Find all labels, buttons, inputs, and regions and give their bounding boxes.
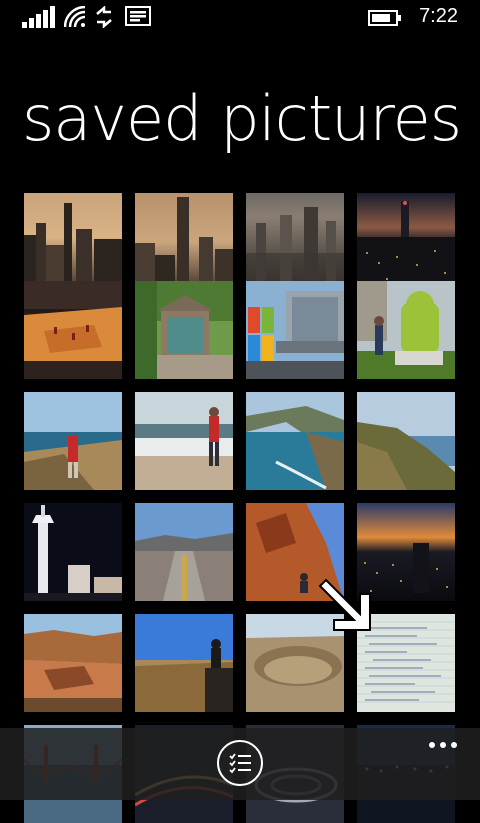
message-icon	[125, 6, 151, 26]
photo-tile[interactable]	[135, 614, 233, 712]
photo-tile[interactable]	[357, 193, 455, 291]
signal-icon	[22, 6, 55, 28]
photo-tile[interactable]	[246, 281, 344, 379]
battery-icon	[368, 10, 401, 26]
photo-tile[interactable]	[24, 281, 122, 379]
photo-tile[interactable]	[24, 193, 122, 291]
photo-tile[interactable]	[135, 193, 233, 291]
clock: 7:22	[419, 5, 458, 27]
wifi-icon	[64, 6, 86, 28]
photo-tile[interactable]	[357, 392, 455, 490]
photo-tile[interactable]	[24, 392, 122, 490]
photo-tile[interactable]	[135, 392, 233, 490]
photo-tile[interactable]	[24, 614, 122, 712]
status-bar: 7:22	[0, 0, 480, 36]
select-list-icon	[229, 753, 251, 774]
more-options-icon[interactable]	[428, 740, 458, 750]
photo-tile[interactable]	[24, 503, 122, 601]
photo-tile[interactable]	[135, 281, 233, 379]
photo-tile[interactable]	[246, 193, 344, 291]
photo-tile[interactable]	[135, 503, 233, 601]
swipe-arrow-icon	[318, 578, 371, 631]
select-button[interactable]	[217, 740, 263, 786]
photo-tile[interactable]	[246, 392, 344, 490]
page-title: saved pictures	[22, 82, 462, 155]
photo-tile[interactable]	[357, 281, 455, 379]
data-sync-icon	[96, 6, 112, 28]
